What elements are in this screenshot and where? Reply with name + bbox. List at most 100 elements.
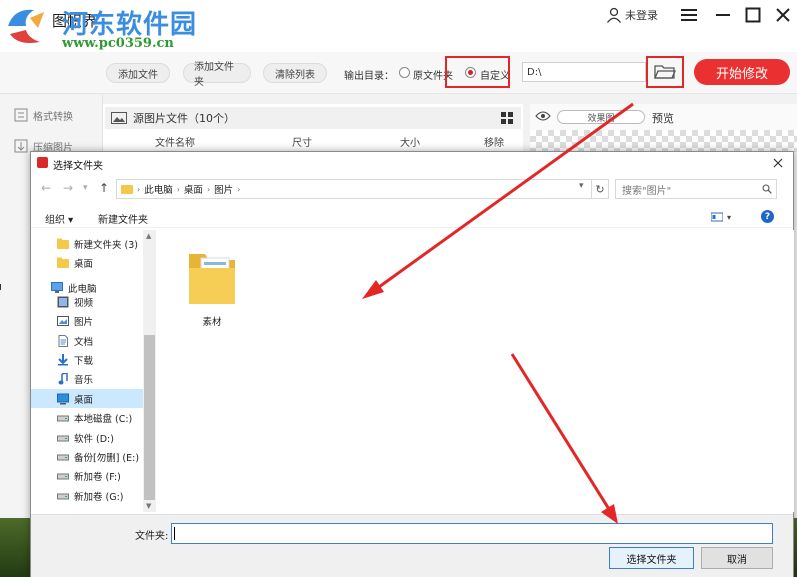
nav-item-format-convert[interactable]: 格式转换 xyxy=(14,105,73,125)
minimize-button[interactable] xyxy=(712,4,734,26)
tree-item[interactable]: 下载 xyxy=(31,350,143,369)
tree-item-label: 桌面 xyxy=(74,258,94,270)
column-header-filename: 文件名称 xyxy=(155,138,195,149)
dialog-title: 选择文件夹 xyxy=(53,161,103,172)
breadcrumb-item[interactable]: 此电脑 xyxy=(144,182,173,196)
cursor-mark xyxy=(0,284,3,290)
compress-icon xyxy=(14,139,28,153)
address-dropdown-icon[interactable]: ▾ xyxy=(579,181,584,191)
menu-button[interactable] xyxy=(678,4,700,26)
column-header-size: 大小 xyxy=(400,138,420,149)
tree-item[interactable]: 音乐 xyxy=(31,370,143,389)
scroll-thumb[interactable] xyxy=(144,335,155,500)
output-dir-label: 输出目录： xyxy=(344,71,394,82)
music-icon xyxy=(58,373,68,385)
folder-item[interactable]: 素材 xyxy=(183,244,241,330)
tree-item-label: 新建文件夹 (3) xyxy=(74,239,138,251)
radio-original-folder[interactable] xyxy=(399,67,410,78)
nav-item-label: 格式转换 xyxy=(33,111,73,123)
tree-item-label: 软件 (D:) xyxy=(74,433,114,445)
help-icon[interactable]: ? xyxy=(761,210,774,223)
cancel-button[interactable]: 取消 xyxy=(701,547,773,569)
grid-view-icon[interactable] xyxy=(501,112,513,124)
preview-label: 预览 xyxy=(652,112,674,125)
scroll-up-icon[interactable]: ▲ xyxy=(146,232,151,240)
maximize-button[interactable] xyxy=(742,4,764,26)
tree-item[interactable]: 视频 xyxy=(31,292,143,311)
folder-field-label: 文件夹: xyxy=(135,531,169,542)
text-caret xyxy=(174,527,175,540)
tree-item[interactable]: 桌面 xyxy=(31,253,143,272)
forward-arrow-icon[interactable]: → xyxy=(63,181,73,195)
tree-item-label: 图片 xyxy=(74,317,94,329)
desktop-icon xyxy=(57,393,69,405)
output-path-input[interactable]: D:\ xyxy=(522,62,646,82)
navigation-tree: 新建文件夹 (3) 桌面 此电脑 视频 图片 文档 下载 音乐 桌面 本地磁盘 (C:) 软件 (D… xyxy=(31,230,157,512)
select-folder-button[interactable]: 选择文件夹 xyxy=(609,547,694,569)
close-icon xyxy=(776,8,790,22)
open-folder-icon xyxy=(654,65,676,79)
add-folder-button[interactable]: 添加文件夹 xyxy=(183,62,251,88)
view-options-button[interactable]: ▾ xyxy=(711,211,737,223)
chevron-down-icon: ▾ xyxy=(727,212,732,222)
folder-icon xyxy=(189,254,235,304)
download-icon xyxy=(58,353,68,366)
tree-item[interactable]: 桌面 xyxy=(31,389,143,409)
watermark-site-url: www.pc0359.cn xyxy=(62,36,174,51)
organize-button[interactable]: 组织 ▾ xyxy=(45,211,73,226)
tree-item-label: 新加卷 (G:) xyxy=(74,491,124,503)
video-icon xyxy=(57,296,69,308)
tree-item[interactable]: 文档 xyxy=(31,331,143,350)
tree-item-label: 桌面 xyxy=(74,394,94,406)
tree-item-label: 音乐 xyxy=(74,375,94,387)
tree-item-label: 下载 xyxy=(74,355,94,367)
tree-item-label: 文档 xyxy=(74,336,94,348)
search-placeholder: 搜索"图片" xyxy=(622,185,672,197)
folder-name-input[interactable] xyxy=(171,523,773,544)
dialog-footer: 文件夹: 选择文件夹 取消 xyxy=(31,514,793,577)
new-folder-button[interactable]: 新建文件夹 xyxy=(98,211,148,226)
refresh-button[interactable]: ↻ xyxy=(591,179,609,199)
user-icon xyxy=(606,7,622,23)
back-arrow-icon[interactable]: ← xyxy=(41,181,51,195)
chevron-right-icon: › xyxy=(237,184,241,194)
effect-toggle[interactable]: 效果图 xyxy=(557,110,645,124)
scroll-down-icon[interactable]: ▼ xyxy=(146,502,151,510)
login-status[interactable]: 未登录 xyxy=(606,5,658,25)
eye-icon xyxy=(535,111,551,121)
folder-icon xyxy=(121,184,133,194)
close-icon xyxy=(773,158,783,168)
tree-item[interactable]: 备份[勿删] (E:) xyxy=(31,447,143,466)
tree-item[interactable]: 新建文件夹 (3) xyxy=(31,234,143,253)
tree-item-label: 新加卷 (F:) xyxy=(74,472,121,484)
breadcrumb-item[interactable]: 桌面 xyxy=(184,182,203,196)
select-folder-dialog: 选择文件夹 ← → ▾ ↑ › 此电脑 › 桌面 › 图片 › ▾ ↻ 搜索"图… xyxy=(30,151,794,577)
clear-list-button[interactable]: 清除列表 xyxy=(263,63,327,83)
tree-item[interactable]: 软件 (D:) xyxy=(31,428,143,447)
recent-dropdown-icon[interactable]: ▾ xyxy=(83,183,88,193)
app-icon xyxy=(37,157,48,168)
search-input[interactable]: 搜索"图片" xyxy=(615,179,777,199)
breadcrumb-item[interactable]: 图片 xyxy=(214,182,233,196)
tree-scrollbar[interactable]: ▲ ▼ xyxy=(143,230,156,512)
tree-item[interactable]: 新加卷 (F:) xyxy=(31,467,143,486)
start-modify-button[interactable]: 开始修改 xyxy=(694,59,790,85)
address-bar[interactable]: › 此电脑 › 桌面 › 图片 › xyxy=(116,179,609,199)
chevron-right-icon: › xyxy=(137,184,141,194)
browse-folder-button[interactable] xyxy=(646,56,684,88)
image-icon xyxy=(111,112,127,124)
dialog-close-button[interactable] xyxy=(769,154,787,172)
drive-icon xyxy=(57,473,69,480)
watermark-logo-icon xyxy=(8,9,44,43)
document-icon xyxy=(58,334,68,347)
file-list-header: 源图片文件（10个） xyxy=(105,107,521,129)
tree-item-label: 视频 xyxy=(74,297,94,309)
close-app-button[interactable] xyxy=(772,4,794,26)
add-file-button[interactable]: 添加文件 xyxy=(106,63,170,83)
drive-icon xyxy=(57,435,69,441)
tree-item[interactable]: 新加卷 (G:) xyxy=(31,486,143,505)
tree-item[interactable]: 图片 xyxy=(31,312,143,331)
address-row: ← → ▾ ↑ › 此电脑 › 桌面 › 图片 › ▾ ↻ 搜索"图片" xyxy=(31,178,793,200)
up-arrow-icon[interactable]: ↑ xyxy=(99,181,109,195)
tree-item[interactable]: 本地磁盘 (C:) xyxy=(31,409,143,428)
